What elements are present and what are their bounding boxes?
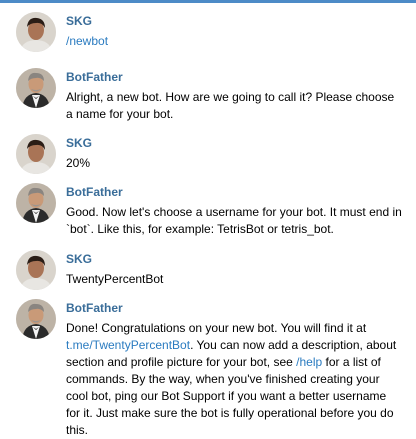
user-avatar[interactable] bbox=[16, 134, 56, 174]
botfather-avatar[interactable] bbox=[16, 183, 56, 223]
message-command-link[interactable]: /newbot bbox=[66, 33, 402, 50]
message-text: Done! Congratulations on your new bot. Y… bbox=[66, 320, 402, 439]
botfather-avatar[interactable] bbox=[16, 68, 56, 108]
top-bar bbox=[0, 0, 416, 3]
message-text: TwentyPercentBot bbox=[66, 272, 164, 286]
bot-link[interactable]: t.me/TwentyPercentBot bbox=[66, 338, 190, 352]
user-avatar[interactable] bbox=[16, 250, 56, 290]
sender-name[interactable]: BotFather bbox=[66, 185, 123, 199]
sender-name[interactable]: BotFather bbox=[66, 70, 123, 84]
sender-name[interactable]: BotFather bbox=[66, 301, 123, 315]
message-text: Good. Now let's choose a username for yo… bbox=[66, 205, 402, 236]
help-command-link[interactable]: /help bbox=[296, 355, 322, 369]
sender-name[interactable]: SKG bbox=[66, 136, 92, 150]
user-avatar[interactable] bbox=[16, 12, 56, 52]
message-text: Alright, a new bot. How are we going to … bbox=[66, 90, 395, 121]
message-text: 20% bbox=[66, 156, 91, 170]
botfather-avatar[interactable] bbox=[16, 299, 56, 339]
message-text-part: Done! Congratulations on your new bot. Y… bbox=[66, 321, 367, 335]
sender-name[interactable]: SKG bbox=[66, 14, 92, 28]
sender-name[interactable]: SKG bbox=[66, 252, 92, 266]
